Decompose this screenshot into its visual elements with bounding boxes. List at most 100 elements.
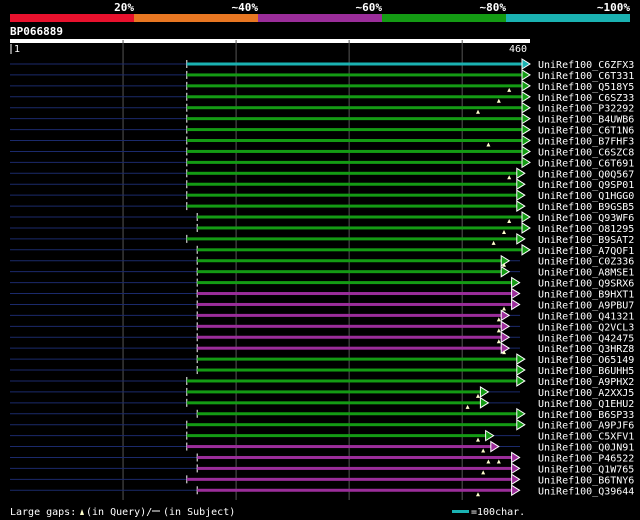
hit-bar[interactable] (197, 357, 517, 361)
hit-bar[interactable] (186, 128, 523, 132)
hit-label[interactable]: UniRef100_C6SZ33 (538, 93, 634, 104)
hit-label[interactable]: UniRef100_A7QOF1 (538, 246, 634, 257)
hit-label[interactable]: UniRef100_C6T1N6 (538, 126, 634, 137)
footer-subject-text: (in Subject) (163, 507, 235, 518)
hit-label[interactable]: UniRef100_Q1EHU2 (538, 399, 634, 410)
hit-bar[interactable] (186, 84, 523, 88)
hit-bar[interactable] (186, 95, 523, 99)
hit-bar[interactable] (186, 171, 517, 175)
hit-bar[interactable] (197, 335, 502, 339)
hit-label[interactable]: UniRef100_Q1W765 (538, 464, 634, 475)
gap-marker (496, 328, 501, 333)
hit-bar[interactable] (197, 281, 512, 285)
hit-arrowhead (521, 222, 531, 234)
hit-label[interactable]: UniRef100_C6SZC8 (538, 147, 634, 158)
hit-bar[interactable] (197, 248, 522, 252)
hit-arrowhead (511, 473, 521, 486)
hit-label[interactable]: UniRef100_B9SAT2 (538, 235, 634, 246)
hit-bar[interactable] (186, 193, 517, 197)
gap-marker (476, 109, 480, 114)
hit-label[interactable]: UniRef100_Q0JN91 (538, 443, 634, 454)
hit-arrowhead (521, 243, 531, 256)
gap-marker (476, 393, 480, 398)
hit-bar[interactable] (197, 488, 512, 492)
hit-label[interactable]: UniRef100_P32292 (538, 104, 634, 115)
hit-bar[interactable] (197, 412, 517, 416)
hit-bar[interactable] (186, 423, 517, 427)
hit-arrowhead (516, 364, 526, 376)
hit-label[interactable]: UniRef100_B6UHH5 (538, 366, 634, 377)
hit-bar[interactable] (186, 204, 517, 208)
hit-label[interactable]: UniRef100_C5XFV1 (538, 432, 634, 443)
hit-label[interactable]: UniRef100_A2XXJ5 (538, 388, 634, 399)
hit-label[interactable]: UniRef100_Q2VCL3 (538, 322, 634, 333)
gap-marker (507, 87, 512, 92)
hit-bar[interactable] (197, 324, 502, 328)
hit-bar[interactable] (197, 455, 512, 459)
hit-label[interactable]: UniRef100_Q3HRZ8 (538, 344, 634, 355)
hit-bar[interactable] (186, 149, 523, 153)
gap-marker (481, 470, 486, 475)
hit-bar[interactable] (197, 302, 512, 306)
hit-bar[interactable] (186, 106, 523, 110)
hit-bar[interactable] (186, 445, 491, 449)
hit-label[interactable]: UniRef100_A9PHX2 (538, 377, 634, 388)
hit-bar[interactable] (197, 346, 502, 350)
hit-bar[interactable] (197, 215, 522, 219)
hit-bar[interactable] (186, 379, 517, 383)
hit-label[interactable]: UniRef100_O81295 (538, 224, 634, 235)
hit-arrowhead (516, 178, 526, 191)
hit-arrowhead (521, 211, 531, 223)
footer-gaps-text: Large gaps: (10, 507, 76, 518)
hit-label[interactable]: UniRef100_C6T331 (538, 71, 634, 82)
hit-bar[interactable] (186, 73, 523, 77)
hit-bar[interactable] (197, 368, 517, 372)
hit-label[interactable]: UniRef100_C6T691 (538, 158, 634, 169)
hit-label[interactable]: UniRef100_A9PBU7 (538, 300, 634, 311)
hit-label[interactable]: UniRef100_Q0Q567 (538, 169, 634, 180)
hit-label[interactable]: UniRef100_A8MSE1 (538, 268, 634, 279)
hit-label[interactable]: UniRef100_B6SP33 (538, 410, 634, 421)
hit-bar[interactable] (186, 160, 523, 164)
hit-label[interactable]: UniRef100_B4UWB6 (538, 115, 634, 126)
hit-label[interactable]: UniRef100_O65149 (538, 355, 634, 366)
gap-marker (496, 339, 501, 344)
hit-label[interactable]: UniRef100_B7FHF3 (538, 137, 634, 148)
hit-bar[interactable] (197, 259, 502, 263)
hit-label[interactable]: UniRef100_P46522 (538, 453, 634, 464)
hit-bar[interactable] (197, 270, 502, 274)
hit-arrowhead (521, 58, 531, 70)
hit-label[interactable]: UniRef100_Q42475 (538, 333, 634, 344)
hit-bar[interactable] (197, 313, 502, 317)
hit-bar[interactable] (186, 401, 481, 405)
query-bar (10, 39, 530, 43)
hit-bar[interactable] (197, 226, 522, 230)
hit-label[interactable]: UniRef100_Q9SP01 (538, 180, 634, 191)
hit-bar[interactable] (186, 477, 512, 481)
hit-bar[interactable] (186, 434, 486, 438)
hit-label[interactable]: UniRef100_Q39644 (538, 486, 634, 497)
hit-bar[interactable] (186, 390, 481, 394)
hit-label[interactable]: UniRef100_Q9SRX6 (538, 279, 634, 290)
hit-label[interactable]: UniRef100_Q41321 (538, 311, 634, 322)
hit-bar[interactable] (197, 292, 512, 296)
hit-arrowhead (511, 298, 521, 311)
query-gap-icon (80, 509, 84, 515)
hit-label[interactable]: UniRef100_B9GSB5 (538, 202, 634, 213)
gap-marker (486, 142, 491, 147)
hit-bar[interactable] (186, 62, 523, 66)
hit-label[interactable]: UniRef100_Q93WF6 (538, 213, 634, 224)
hit-label[interactable]: UniRef100_C6ZFX3 (538, 60, 634, 71)
hit-label[interactable]: UniRef100_B6TNY6 (538, 475, 634, 486)
hit-arrowhead (516, 189, 526, 202)
hit-bar[interactable] (186, 182, 517, 186)
hit-label[interactable]: UniRef100_B9HXT1 (538, 290, 634, 301)
hit-label[interactable]: UniRef100_C0Z336 (538, 257, 634, 268)
hit-bar[interactable] (186, 139, 523, 143)
hit-bar[interactable] (197, 466, 512, 470)
hit-label[interactable]: UniRef100_A9PJF6 (538, 421, 634, 432)
hit-label[interactable]: UniRef100_Q518Y5 (538, 82, 634, 93)
hit-bar[interactable] (186, 117, 523, 121)
hit-bar[interactable] (186, 237, 517, 241)
hit-label[interactable]: UniRef100_Q1HGG0 (538, 191, 634, 202)
